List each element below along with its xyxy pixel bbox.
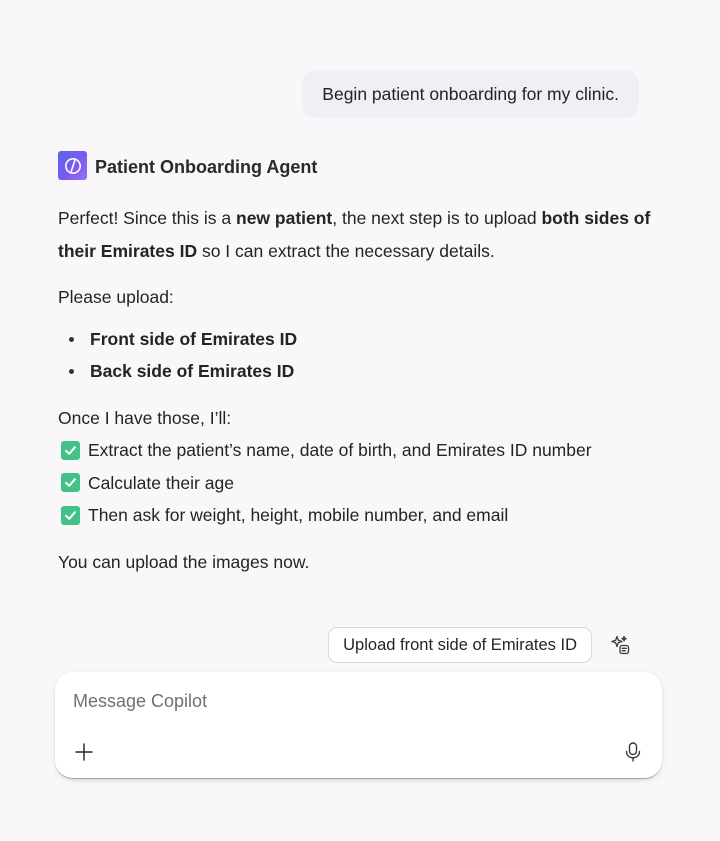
checklist-item: Then ask for weight, height, mobile numb…	[58, 499, 658, 532]
checklist: Extract the patient’s name, date of birt…	[58, 434, 658, 532]
suggestion-upload-front-button[interactable]: Upload front side of Emirates ID	[328, 627, 592, 663]
intro-text: so I can extract the necessary details.	[197, 240, 495, 261]
suggestion-row: Upload front side of Emirates ID	[328, 627, 638, 663]
message-input[interactable]	[73, 686, 633, 716]
closing-text: You can upload the images now.	[58, 551, 310, 572]
copilot-agent-slash-icon	[58, 151, 87, 180]
checklist-item: Extract the patient’s name, date of birt…	[58, 434, 658, 467]
checklist-item-text: Extract the patient’s name, date of birt…	[88, 440, 592, 460]
response-intro: Perfect! Since this is a new patient, th…	[58, 202, 658, 267]
agent-header: Patient Onboarding Agent	[58, 151, 317, 180]
user-message-text: Begin patient onboarding for my clinic.	[322, 83, 619, 104]
suggestion-label: Upload front side of Emirates ID	[343, 635, 577, 654]
check-mark-icon	[61, 440, 80, 460]
list-item: Front side of Emirates ID	[58, 323, 658, 356]
agent-name: Patient Onboarding Agent	[95, 156, 318, 177]
intro-bold-new-patient: new patient	[236, 208, 333, 228]
message-composer	[55, 672, 662, 779]
checklist-item-text: Calculate their age	[88, 472, 234, 493]
intro-text: , the next step is to upload	[332, 208, 542, 228]
microphone-icon[interactable]	[621, 740, 645, 764]
checklist-item-text: Then ask for weight, height, mobile numb…	[88, 505, 509, 525]
list-item: Back side of Emirates ID	[58, 355, 658, 388]
user-message-bubble: Begin patient onboarding for my clinic.	[302, 70, 639, 118]
plus-icon[interactable]	[72, 740, 96, 764]
upload-bullet-list: Front side of Emirates ID Back side of E…	[58, 323, 658, 388]
check-mark-icon	[61, 473, 80, 493]
once-text: Once I have those, I’ll:	[58, 407, 232, 428]
please-upload-text: Please upload:	[58, 287, 174, 307]
agent-response: Perfect! Since this is a new patient, th…	[58, 202, 658, 578]
sparkle-suggestions-icon[interactable]	[602, 627, 638, 663]
checklist-item: Calculate their age	[58, 467, 658, 500]
check-mark-icon	[61, 505, 80, 525]
intro-text: Perfect! Since this is a	[58, 208, 236, 228]
